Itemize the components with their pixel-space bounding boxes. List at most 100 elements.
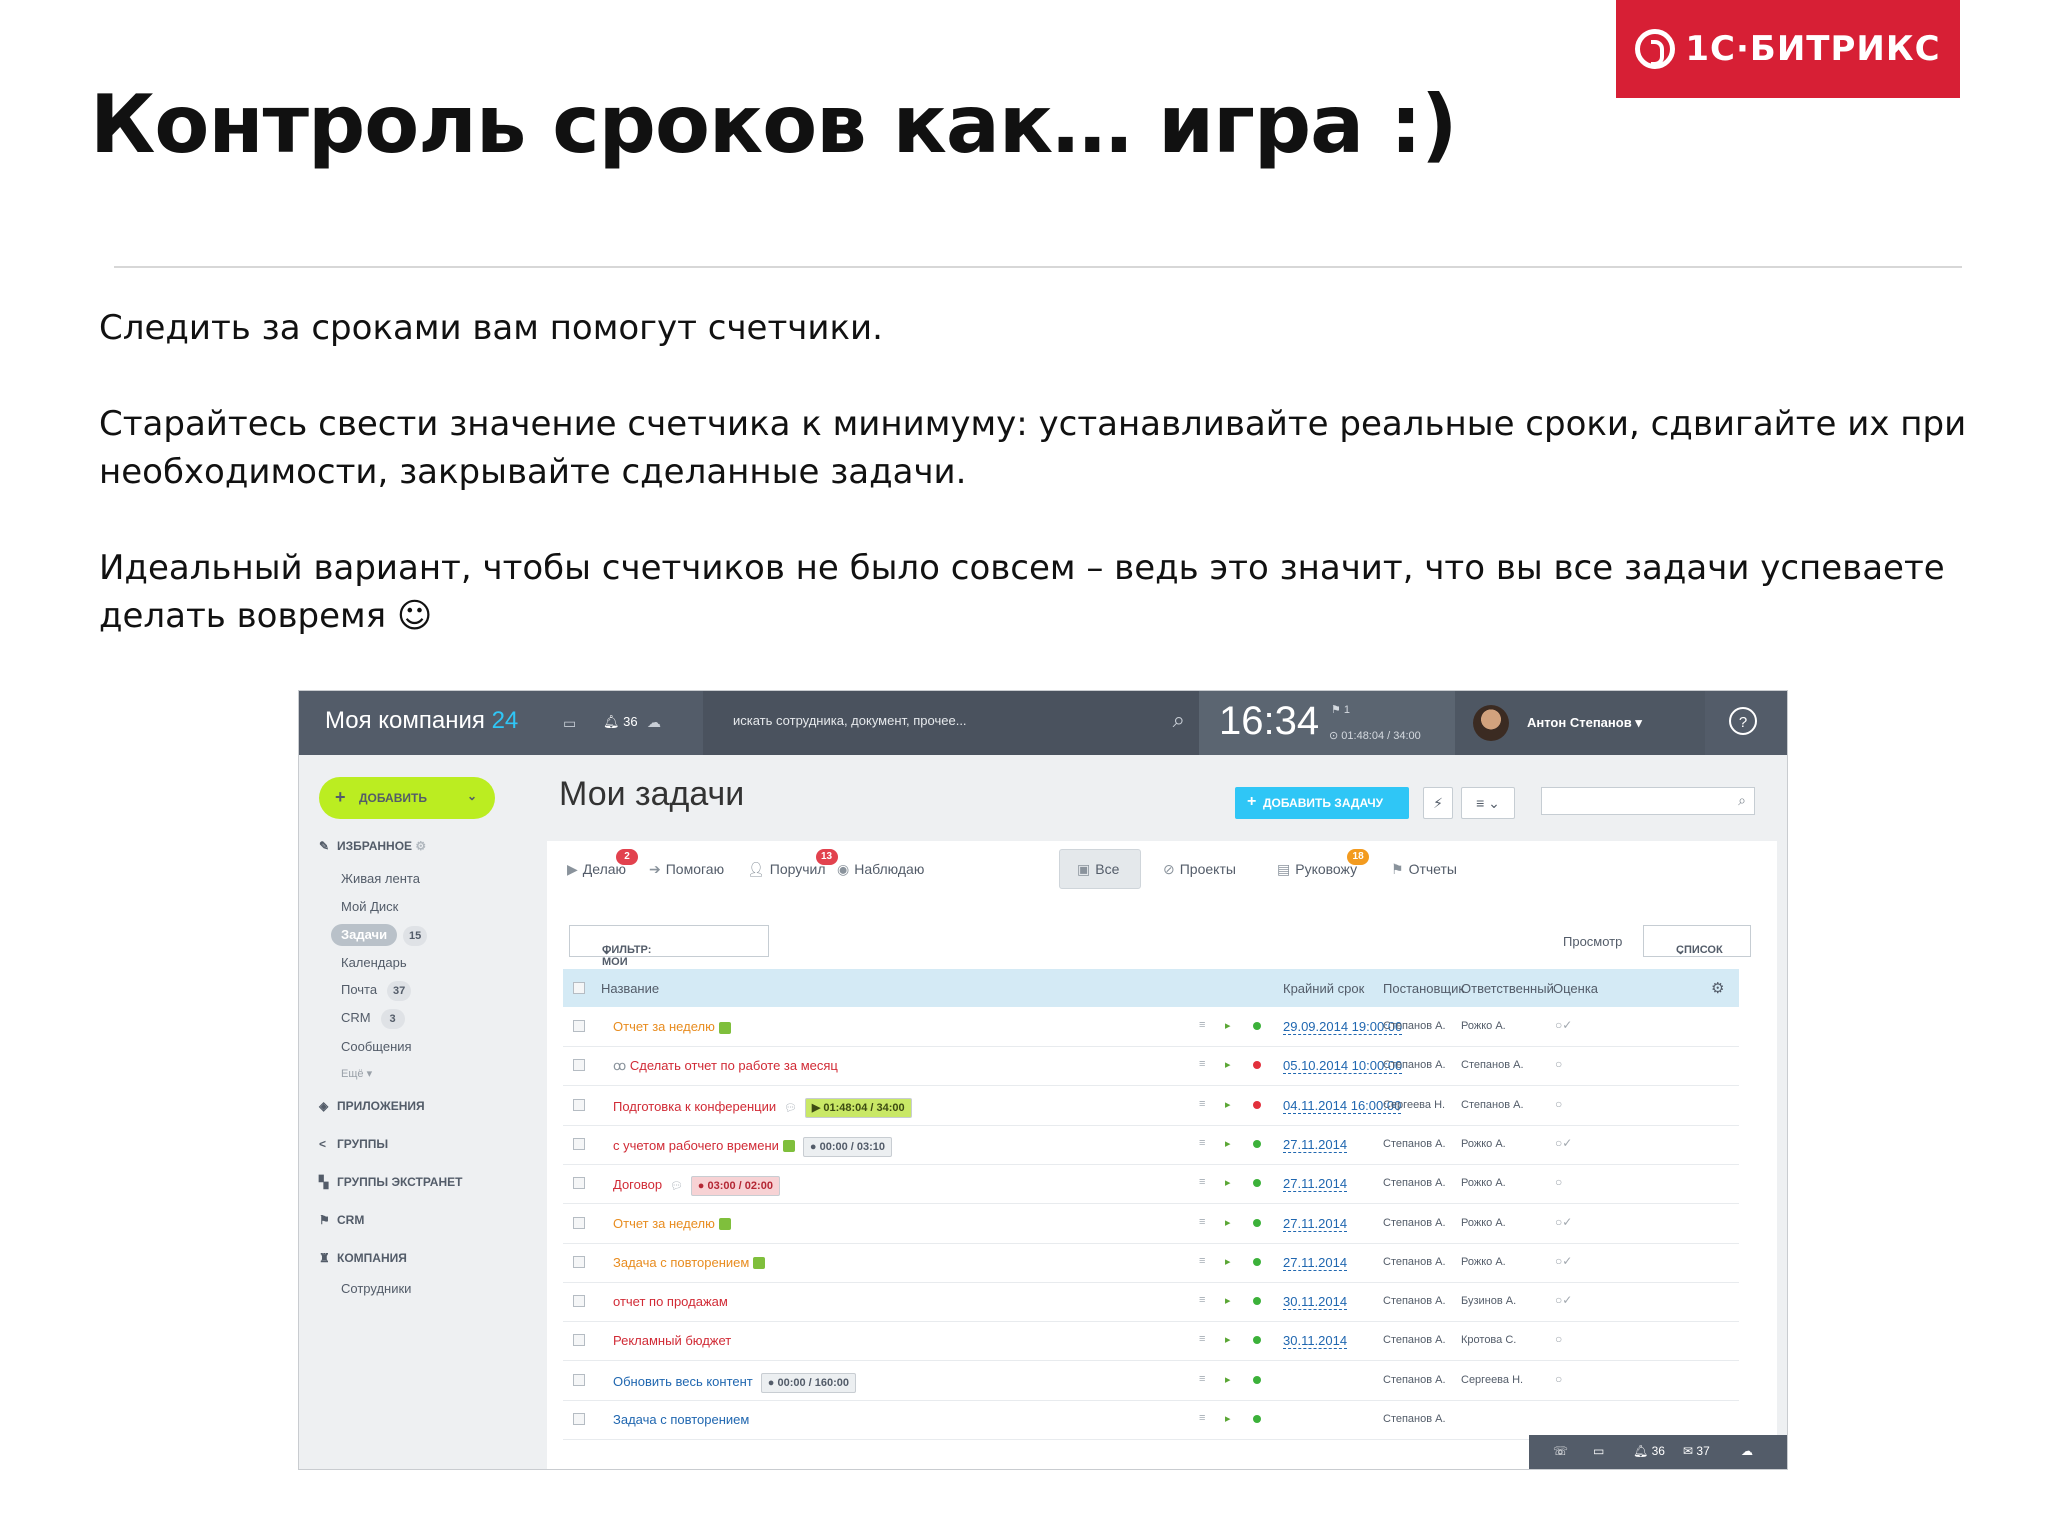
sidebar-section-apps[interactable]: ◈ ПРИЛОЖЕНИЯ: [319, 1099, 425, 1113]
task-timer[interactable]: ● 00:00 / 03:10: [802, 1136, 893, 1157]
column-header[interactable]: Крайний срок: [1283, 981, 1364, 996]
responsible[interactable]: Степанов А.: [1461, 1059, 1524, 1071]
menu-icon[interactable]: ≡: [1199, 1058, 1205, 1070]
play-icon[interactable]: ▸: [1225, 1333, 1231, 1346]
user-menu[interactable]: Антон Степанов ▾: [1455, 691, 1705, 755]
select-all-checkbox[interactable]: [573, 982, 585, 994]
notifications-counter[interactable]: 🔔︎ 36: [1633, 1444, 1665, 1458]
creator[interactable]: Степанов А.: [1383, 1138, 1446, 1150]
responsible[interactable]: Сергеева Н.: [1461, 1374, 1523, 1386]
row-checkbox[interactable]: [573, 1177, 585, 1190]
deadline[interactable]: 30.11.2014: [1283, 1333, 1348, 1350]
search-icon[interactable]: ⌕: [1173, 707, 1185, 733]
task-name[interactable]: Отчет за неделю: [613, 1216, 715, 1231]
menu-icon[interactable]: ≡: [1199, 1373, 1205, 1385]
task-name[interactable]: с учетом рабочего времени: [613, 1138, 779, 1153]
sidebar-item-disk[interactable]: Мой Диск: [341, 899, 398, 914]
menu-icon[interactable]: ≡: [1199, 1255, 1205, 1267]
row-checkbox[interactable]: [573, 1373, 585, 1386]
task-name[interactable]: отчет по продажам: [613, 1294, 728, 1309]
messages-counter[interactable]: ✉ 37: [1683, 1444, 1710, 1458]
table-row[interactable]: Подготовка к конференции 💬︎ ▶ 01:48:04 / 3…: [563, 1086, 1739, 1126]
chat-icon[interactable]: ▭: [1593, 1444, 1604, 1458]
rating[interactable]: ○✓: [1555, 1018, 1572, 1032]
task-name[interactable]: Отчет за неделю: [613, 1019, 715, 1034]
task-timer[interactable]: ▶ 01:48:04 / 34:00: [804, 1097, 912, 1118]
play-icon[interactable]: ▸: [1225, 1216, 1231, 1229]
rating[interactable]: ○: [1555, 1372, 1562, 1386]
sidebar-item-feed[interactable]: Живая лента: [341, 871, 420, 886]
menu-icon[interactable]: ≡: [1199, 1216, 1205, 1228]
sidebar-item-mail[interactable]: Почта 37: [341, 981, 412, 1001]
play-icon[interactable]: ▸: [1225, 1137, 1231, 1150]
play-icon[interactable]: ▸: [1225, 1373, 1231, 1386]
tab-assigned[interactable]: 👤︎ Поручил 13: [747, 849, 838, 878]
task-name[interactable]: Задача с повторением: [613, 1412, 749, 1427]
row-checkbox[interactable]: [573, 1413, 585, 1425]
sidebar-item-crm[interactable]: CRM 3: [341, 1009, 405, 1029]
chat-icon[interactable]: ▭: [563, 715, 576, 732]
play-icon[interactable]: ▸: [1225, 1098, 1231, 1111]
responsible[interactable]: Рожко А.: [1461, 1177, 1506, 1189]
rating[interactable]: ○✓: [1555, 1293, 1572, 1307]
creator[interactable]: Степанов А.: [1383, 1413, 1446, 1425]
cloud-icon[interactable]: ☁: [1741, 1444, 1753, 1458]
search-input[interactable]: искать сотрудника, документ, прочее...: [733, 713, 967, 728]
task-timer[interactable]: ● 00:00 / 160:00: [760, 1372, 857, 1393]
deadline[interactable]: 30.11.2014: [1283, 1294, 1348, 1311]
table-row[interactable]: отчет по продажам ≡ ▸ 30.11.2014 Степанов А.…: [563, 1282, 1739, 1323]
play-icon[interactable]: ▸: [1225, 1412, 1231, 1425]
company-name[interactable]: Моя компания 24: [325, 707, 518, 735]
play-icon[interactable]: ▸: [1225, 1058, 1231, 1071]
sidebar-section-crm[interactable]: ⚑ CRM: [319, 1213, 364, 1227]
column-header[interactable]: Постановщик: [1383, 981, 1464, 996]
sidebar-section-favorites[interactable]: ✎ ИЗБРАННОЕ ⚙: [319, 839, 426, 853]
notifications-counter[interactable]: 🔔︎ 36: [603, 714, 638, 730]
help-button[interactable]: ?: [1729, 707, 1757, 735]
tab-watching[interactable]: ◉ Наблюдаю: [837, 861, 924, 878]
tab-managing[interactable]: ▤ Руковожу 18: [1277, 849, 1370, 878]
creator[interactable]: Степанов А.: [1383, 1256, 1446, 1268]
menu-icon[interactable]: ≡: [1199, 1176, 1205, 1188]
creator[interactable]: Степанов А.: [1383, 1295, 1446, 1307]
rating[interactable]: ○✓: [1555, 1136, 1572, 1150]
sidebar-item-calendar[interactable]: Календарь: [341, 955, 407, 970]
row-checkbox[interactable]: [573, 1255, 585, 1268]
table-row[interactable]: ꝏ Сделать отчет по работе за месяц ≡ ▸ 05.1…: [563, 1046, 1739, 1087]
sidebar-item-employees[interactable]: Сотрудники: [341, 1281, 411, 1296]
menu-icon[interactable]: ≡: [1199, 1294, 1205, 1306]
creator[interactable]: Сергеева Н.: [1383, 1099, 1445, 1111]
deadline[interactable]: 27.11.2014: [1283, 1137, 1348, 1153]
table-row[interactable]: Рекламный бюджет ≡ ▸ 30.11.2014 Степанов А. К…: [563, 1321, 1739, 1362]
phone-icon[interactable]: ☏: [1553, 1444, 1568, 1458]
cloud-icon[interactable]: ☁: [647, 714, 661, 731]
task-name[interactable]: Задача с повторением: [613, 1255, 749, 1270]
rating[interactable]: ○: [1555, 1097, 1562, 1111]
menu-icon[interactable]: ≡: [1199, 1412, 1205, 1424]
time-widget[interactable]: 16:34 ⚑ 1 ⊙ 01:48:04 / 34:00: [1199, 691, 1455, 755]
lightning-button[interactable]: ⚡︎: [1423, 787, 1453, 819]
play-icon[interactable]: ▸: [1225, 1294, 1231, 1307]
add-task-button[interactable]: + ДОБАВИТЬ ЗАДАЧУ: [1235, 787, 1409, 819]
row-checkbox[interactable]: [573, 1059, 585, 1072]
sidebar-section-company[interactable]: ♜ КОМПАНИЯ: [319, 1251, 407, 1265]
responsible[interactable]: Рожко А.: [1461, 1217, 1506, 1229]
rating[interactable]: ○: [1555, 1057, 1562, 1071]
table-row[interactable]: Договор 💬︎ ● 03:00 / 02:00 ≡ ▸ 27.11.2014 Степ…: [563, 1164, 1739, 1205]
list-options-button[interactable]: ≡ ⌄: [1461, 787, 1515, 819]
creator[interactable]: Степанов А.: [1383, 1217, 1446, 1229]
responsible[interactable]: Степанов А.: [1461, 1099, 1524, 1111]
tab-projects[interactable]: ⊘ Проекты: [1163, 861, 1236, 878]
view-select[interactable]: СПИСОК ⌄: [1643, 925, 1751, 957]
table-row[interactable]: Отчет за неделю ≡ ▸ 29.09.2014 19:00:00 Степ…: [563, 1007, 1739, 1047]
play-icon[interactable]: ▸: [1225, 1255, 1231, 1268]
creator[interactable]: Степанов А.: [1383, 1374, 1446, 1386]
responsible[interactable]: Бузинов А.: [1461, 1295, 1516, 1307]
play-icon[interactable]: ▸: [1225, 1176, 1231, 1189]
task-name[interactable]: Подготовка к конференции: [613, 1099, 776, 1114]
sidebar-item-messages[interactable]: Сообщения: [341, 1039, 412, 1054]
menu-icon[interactable]: ≡: [1199, 1333, 1205, 1345]
rating[interactable]: ○✓: [1555, 1254, 1572, 1268]
column-header[interactable]: Ответственный: [1461, 981, 1554, 996]
gear-icon[interactable]: ⚙: [1711, 979, 1724, 997]
